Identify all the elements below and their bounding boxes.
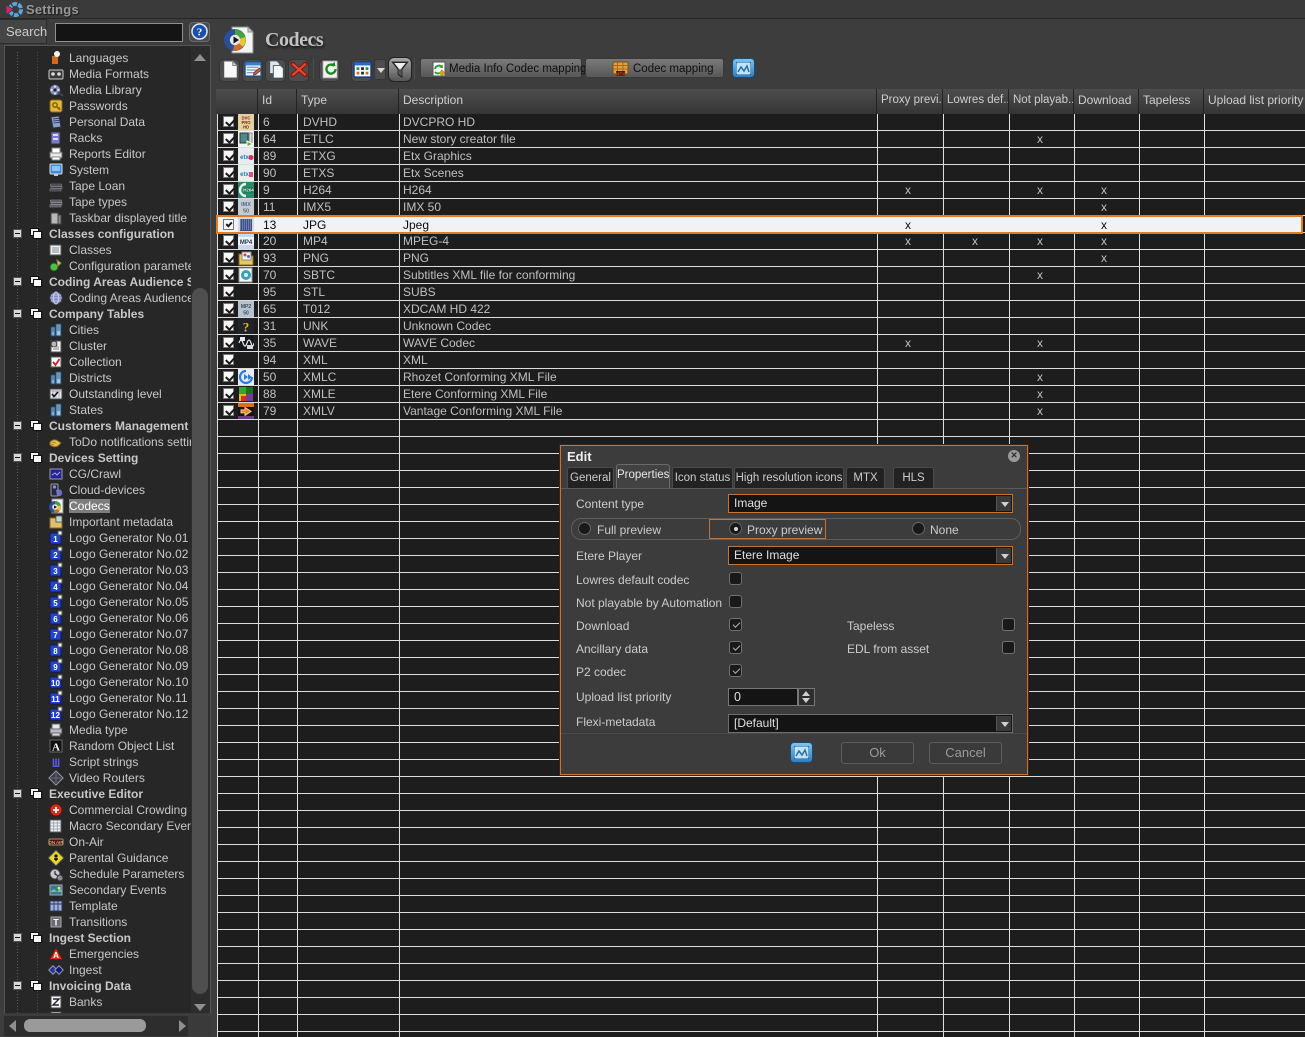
svg-text:Ш: Ш [52,756,60,770]
svg-text:A: A [52,742,60,754]
svg-text:6: 6 [53,615,58,624]
svg-text:MP4: MP4 [240,240,253,246]
svg-text:9: 9 [53,663,58,672]
svg-text:etx: etx [240,172,249,178]
svg-text:3: 3 [53,567,58,576]
svg-text:?: ? [197,27,203,39]
svg-text:12: 12 [51,711,60,720]
svg-text:HD: HD [243,125,249,130]
svg-text:11: 11 [51,695,60,704]
svg-text:4: 4 [53,583,58,592]
svg-text:H264: H264 [243,188,254,193]
svg-text:etx: etx [240,155,249,161]
svg-text:7: 7 [53,631,58,640]
svg-text:T: T [53,918,59,928]
svg-text:1: 1 [53,535,58,544]
svg-text:10: 10 [51,679,60,688]
svg-text:IMX: IMX [241,202,251,208]
svg-text:8: 8 [53,647,58,656]
svg-text:MTX: MTX [616,72,627,77]
svg-text:2: 2 [53,551,58,560]
svg-text:MP2: MP2 [241,304,252,310]
svg-text:ON AIR: ON AIR [48,840,64,845]
svg-text:?: ? [243,320,250,335]
svg-text:5: 5 [53,599,58,608]
svg-text:A: A [53,951,59,960]
svg-text:50: 50 [243,209,249,215]
svg-text:50: 50 [243,311,249,317]
